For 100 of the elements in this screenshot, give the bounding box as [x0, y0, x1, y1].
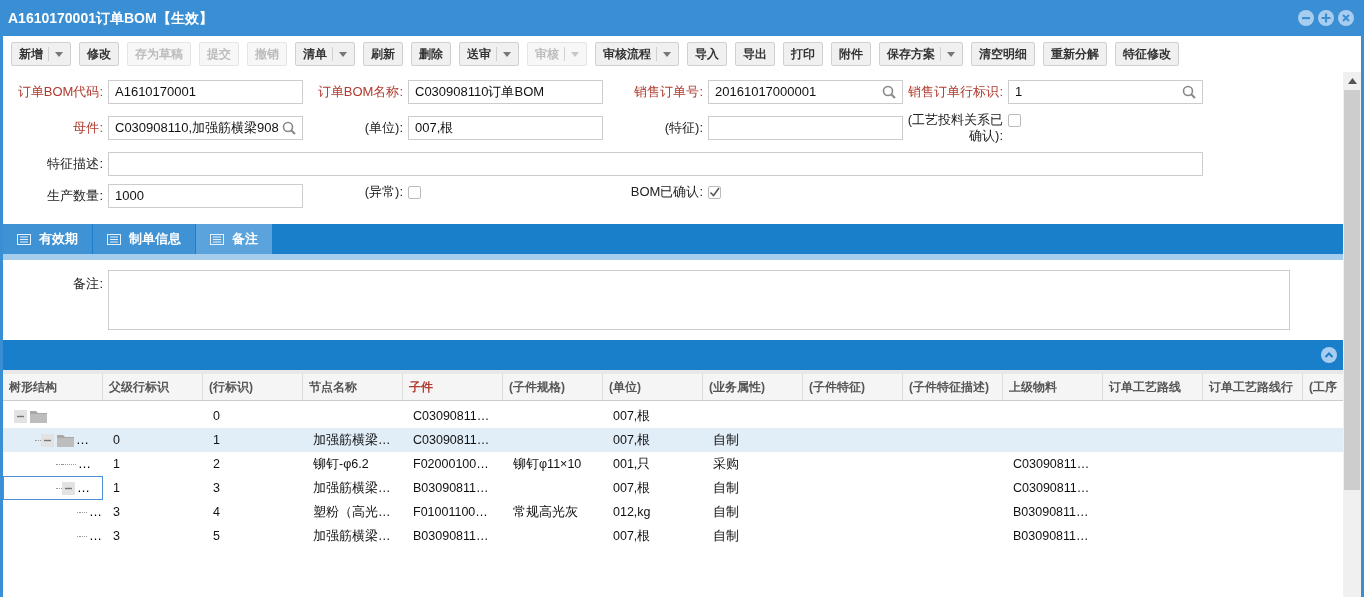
window-title: A1610170001订单BOM【生效】	[8, 8, 213, 28]
input-field[interactable]	[708, 116, 903, 140]
column-header[interactable]: 上级物料	[1003, 374, 1103, 400]
table-cell-text: 加强筋横梁…	[312, 479, 392, 497]
scroll-up-icon[interactable]	[1347, 78, 1357, 84]
table-cell-text: B03090811…	[412, 479, 490, 497]
toolbar-button[interactable]: 特征修改	[1115, 42, 1179, 66]
table-cell-text: 0	[212, 407, 221, 425]
toolbar-button[interactable]: 新增	[11, 42, 71, 66]
input-field[interactable]: 007,根	[408, 116, 603, 140]
toolbar-button[interactable]: 审核流程	[595, 42, 679, 66]
search-field[interactable]: 20161017000001	[708, 80, 903, 104]
column-header[interactable]: 子件	[403, 374, 503, 400]
checkbox[interactable]	[1008, 114, 1021, 127]
column-header[interactable]: 订单工艺路线行	[1203, 374, 1303, 400]
table-cell-text: C03090811…	[412, 407, 491, 425]
collapse-icon[interactable]	[1321, 347, 1337, 363]
column-header[interactable]: 树形结构	[3, 374, 103, 400]
checkbox[interactable]	[408, 186, 421, 199]
toolbar-button[interactable]: 送审	[459, 42, 519, 66]
field-label: BOM已确认:	[629, 184, 704, 200]
remark-field[interactable]	[108, 270, 1290, 330]
collapse-icon[interactable]	[62, 481, 75, 495]
column-header[interactable]: 订单工艺路线	[1103, 374, 1203, 400]
toolbar-button[interactable]: 修改	[79, 42, 119, 66]
checkbox[interactable]	[708, 186, 721, 199]
search-field[interactable]: 1	[1008, 80, 1203, 104]
field-label: 销售订单号:	[633, 83, 704, 102]
tree-cell[interactable]: …	[3, 476, 103, 500]
toolbar-button[interactable]: 导入	[687, 42, 727, 66]
toolbar-button[interactable]: 清单	[295, 42, 355, 66]
search-icon[interactable]	[282, 121, 296, 135]
column-header[interactable]: (子件特征描述)	[903, 374, 1003, 400]
column-header[interactable]: 父级行标识	[103, 374, 203, 400]
field-label: (工艺投料关系已确认):	[906, 112, 1004, 144]
table-cell-text: 3	[112, 527, 121, 545]
input-field[interactable]: C030908110订单BOM	[408, 80, 603, 104]
field-label: 生产数量:	[46, 187, 104, 206]
collapse-icon[interactable]	[41, 433, 54, 447]
tree-cell[interactable]: …	[3, 500, 103, 524]
table-cell-text: 常规高光灰	[512, 503, 579, 521]
table-cell-text: B03090811…	[412, 527, 490, 545]
input-field[interactable]: 1000	[108, 184, 303, 208]
field-label: 备注:	[72, 275, 104, 293]
table-row[interactable]: … 0 1 加强筋横梁… C03090811… 007,根 自制	[3, 428, 1343, 452]
toolbar-button[interactable]: 清空明细	[971, 42, 1035, 66]
column-header[interactable]: 节点名称	[303, 374, 403, 400]
input-field[interactable]	[108, 152, 1203, 176]
table-cell-text: 采购	[712, 455, 740, 473]
field-label: 母件:	[72, 119, 104, 138]
search-icon[interactable]	[882, 85, 896, 99]
field-label: 订单BOM名称:	[316, 83, 404, 102]
table-cell-text: 自制	[712, 503, 740, 521]
toolbar-button[interactable]: 打印	[783, 42, 823, 66]
toolbar-button[interactable]: 保存方案	[879, 42, 963, 66]
table-cell-text: 2	[212, 455, 221, 473]
table-cell-text: 1	[112, 479, 121, 497]
column-header[interactable]: (业务属性)	[703, 374, 803, 400]
toolbar-button[interactable]: 刷新	[363, 42, 403, 66]
field-label: (单位):	[363, 119, 404, 138]
toolbar-button[interactable]: 删除	[411, 42, 451, 66]
minimize-icon[interactable]	[1298, 10, 1314, 26]
column-header[interactable]: (单位)	[603, 374, 703, 400]
scrollbar[interactable]	[1343, 72, 1361, 597]
folder-icon	[57, 433, 74, 447]
table-cell-text: 001,只	[612, 455, 652, 473]
table-cell-text: C03090811…	[1012, 455, 1091, 473]
table-cell-text: 铆钉-φ6.2	[312, 455, 370, 473]
caret-icon	[663, 51, 671, 57]
close-icon[interactable]	[1338, 10, 1354, 26]
node-label: …	[77, 479, 90, 498]
caret-icon	[503, 51, 511, 57]
node-label: …	[89, 503, 102, 522]
table-cell-text: 007,根	[612, 527, 652, 545]
tree-cell[interactable]: …	[3, 428, 103, 452]
table-cell-text: 1	[112, 455, 121, 473]
table-cell-text: C03090811…	[1012, 479, 1091, 497]
search-icon[interactable]	[1182, 85, 1196, 99]
toolbar-button[interactable]: 重新分解	[1043, 42, 1107, 66]
column-header[interactable]: (子件规格)	[503, 374, 603, 400]
caret-icon	[55, 51, 63, 57]
input-field[interactable]: A1610170001	[108, 80, 303, 104]
toolbar-button[interactable]: 导出	[735, 42, 775, 66]
collapse-icon[interactable]	[14, 409, 27, 423]
caret-icon	[947, 51, 955, 57]
column-header[interactable]: (子件特征)	[803, 374, 903, 400]
table-cell-text: 铆钉φ11×10	[512, 455, 583, 473]
table-cell-text: 007,根	[612, 479, 652, 497]
field-label: 销售订单行标识:	[907, 83, 1004, 102]
tree-connector	[80, 535, 87, 537]
table-cell-text: F01001100…	[412, 503, 489, 521]
tree-cell[interactable]: …	[3, 524, 103, 548]
table-cell-text: B03090811…	[1012, 527, 1090, 545]
table-cell-text: 自制	[712, 431, 740, 449]
table-cell-text: 自制	[712, 479, 740, 497]
tree-cell[interactable]: …	[3, 452, 103, 476]
search-field[interactable]: C030908110,加强筋横梁908	[108, 116, 303, 140]
maximize-icon[interactable]	[1318, 10, 1334, 26]
column-header[interactable]: (行标识)	[203, 374, 303, 400]
toolbar-button[interactable]: 附件	[831, 42, 871, 66]
